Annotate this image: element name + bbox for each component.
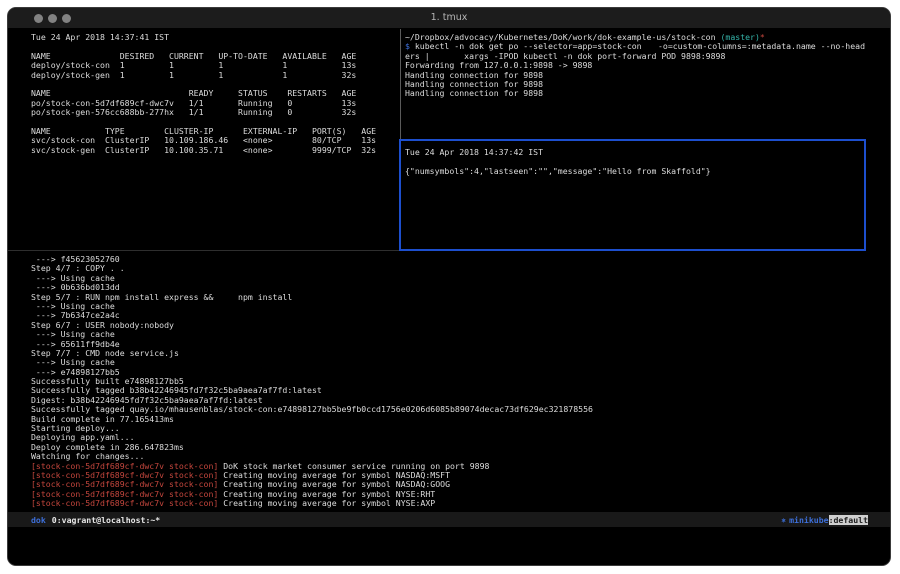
terminal-screen: Tue 24 Apr 2018 14:37:41 ISTNAME DESIRED…	[8, 29, 890, 565]
terminal-line: ---> Using cache	[31, 274, 867, 283]
pane-divider-vertical[interactable]	[400, 29, 401, 141]
terminal-line: po/stock-gen-576cc688bb-277hx 1/1 Runnin…	[31, 108, 401, 117]
terminal-line: ---> f45623052760	[31, 255, 867, 264]
terminal-line: svc/stock-gen ClusterIP 10.100.35.71 <no…	[31, 146, 401, 155]
terminal-line: Handling connection for 9898	[405, 89, 865, 98]
terminal-line: deploy/stock-gen 1 1 1 1 32s	[31, 71, 401, 80]
terminal-line: Step 4/7 : COPY . .	[31, 264, 867, 273]
pane-skaffold-build-log[interactable]: ---> f45623052760Step 4/7 : COPY . . ---…	[31, 255, 867, 509]
terminal-line: Step 6/7 : USER nobody:nobody	[31, 321, 867, 330]
terminal-line: [stock-con-5d7df689cf-dwc7v stock-con] C…	[31, 499, 867, 508]
terminal-line: ---> Using cache	[31, 302, 867, 311]
status-left: dok 0:vagrant@localhost:~*	[31, 515, 160, 525]
pane-service-response[interactable]: Tue 24 Apr 2018 14:37:42 IST {"numsymbols…	[405, 148, 860, 246]
terminal-line: Tue 24 Apr 2018 14:37:41 IST	[31, 33, 401, 42]
pane-kubectl-watch[interactable]: Tue 24 Apr 2018 14:37:41 ISTNAME DESIRED…	[31, 33, 401, 249]
pane-port-forward[interactable]: ~/Dropbox/advocacy/Kubernetes/DoK/work/d…	[405, 33, 865, 139]
page: { "window": { "title": "1. tmux" }, "col…	[0, 0, 900, 574]
terminal-line: {"numsymbols":4,"lastseen":"","message":…	[405, 167, 860, 176]
tmux-status-bar: dok 0:vagrant@localhost:~* ⎈ minikube :d…	[8, 512, 890, 527]
kubernetes-helm-icon: ⎈	[781, 515, 786, 525]
terminal-line: Tue 24 Apr 2018 14:37:42 IST	[405, 148, 860, 157]
window-title: 1. tmux	[8, 12, 890, 23]
kube-status: ⎈ minikube :default	[781, 515, 868, 525]
tmux-session-name[interactable]: dok	[31, 515, 46, 525]
terminal-line: Step 5/7 : RUN npm install express && np…	[31, 293, 867, 302]
window-titlebar[interactable]: 1. tmux	[8, 8, 890, 29]
terminal-line: Deploy complete in 286.647823ms	[31, 443, 867, 452]
terminal-line: ---> Using cache	[31, 358, 867, 367]
terminal-window: 1. tmux Tue 24 Apr 2018 14:37:41 ISTNAME…	[7, 7, 891, 566]
terminal-line: Starting deploy...	[31, 424, 867, 433]
terminal-line: ---> Using cache	[31, 330, 867, 339]
kube-context-label: minikube	[789, 515, 828, 525]
terminal-line: Build complete in 77.165413ms	[31, 415, 867, 424]
tmux-window-item[interactable]: 0:vagrant@localhost:~*	[52, 515, 160, 525]
pane-divider-horizontal[interactable]	[8, 250, 399, 251]
kube-namespace-label: :default	[829, 515, 868, 525]
terminal-line: Step 7/7 : CMD node service.js	[31, 349, 867, 358]
